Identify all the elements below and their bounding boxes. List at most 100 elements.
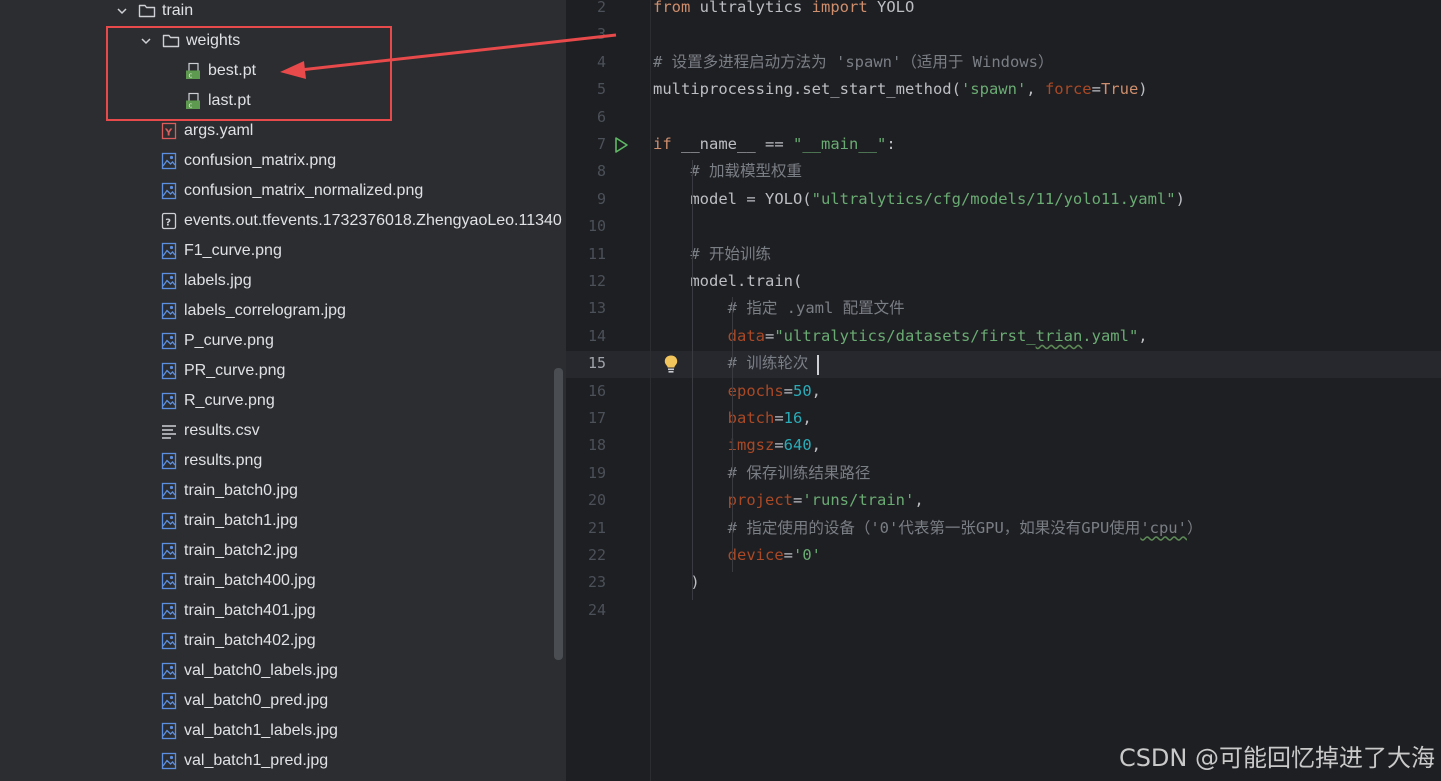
chevron-down-icon[interactable]: [114, 0, 130, 26]
code-line[interactable]: # 指定 .yaml 配置文件: [653, 295, 905, 322]
code-token: =: [1091, 80, 1101, 99]
code-token: batch: [727, 409, 775, 427]
tree-item-label: train_batch402.jpg: [184, 632, 316, 649]
code-token: "ultralytics/cfg/models/11/yolo11.yaml": [811, 189, 1176, 208]
line-number: 20: [587, 491, 606, 510]
code-token: 'cpu': [1140, 518, 1187, 537]
run-icon[interactable]: [612, 136, 630, 158]
code-token: ,: [802, 409, 812, 427]
tree-item[interactable]: R_curve.png: [0, 386, 566, 416]
code-line[interactable]: # 开始训练: [653, 241, 771, 268]
image-file-icon: [160, 536, 178, 566]
line-number: 14: [587, 326, 606, 345]
image-file-icon: [160, 236, 178, 266]
code-line[interactable]: model.train(: [653, 268, 802, 295]
tree-item[interactable]: c best.pt: [0, 56, 566, 86]
tree-scrollbar[interactable]: [554, 368, 563, 660]
text-file-icon: [160, 416, 178, 446]
tree-item[interactable]: results.csv: [0, 416, 566, 446]
tree-item[interactable]: val_batch1_labels.jpg: [0, 716, 566, 746]
tree-item[interactable]: val_batch0_pred.jpg: [0, 686, 566, 716]
folder-icon: [138, 0, 156, 26]
line-number: 22: [587, 546, 606, 564]
code-line[interactable]: device='0': [653, 542, 821, 569]
image-file-icon: [160, 686, 178, 716]
text-caret: [817, 355, 819, 375]
tree-item[interactable]: labels.jpg: [0, 266, 566, 296]
code-token: "__main__": [793, 135, 887, 153]
chevron-down-icon[interactable]: [138, 26, 154, 56]
tree-item-label: val_batch0_pred.jpg: [184, 692, 329, 709]
code-token: from: [653, 0, 691, 16]
tree-item[interactable]: train_batch402.jpg: [0, 626, 566, 656]
image-file-icon: [160, 296, 178, 326]
line-number: 2: [596, 0, 606, 16]
code-line[interactable]: # 保存训练结果路径: [653, 460, 871, 487]
tree-item-label: val_batch0_labels.jpg: [184, 662, 338, 679]
tree-item-label: train_batch401.jpg: [184, 602, 316, 619]
code-line[interactable]: imgsz=640,: [653, 432, 821, 459]
tree-item[interactable]: confusion_matrix.png: [0, 146, 566, 176]
lightbulb-icon[interactable]: [662, 354, 680, 378]
code-token: 640: [783, 436, 812, 455]
tree-item-label: events.out.tfevents.1732376018.ZhengyaoL…: [184, 212, 562, 229]
tree-item[interactable]: F1_curve.png: [0, 236, 566, 266]
tree-item[interactable]: train: [0, 0, 566, 26]
svg-text:Y: Y: [164, 128, 173, 139]
folder-icon: [162, 26, 180, 56]
tree-item[interactable]: PR_curve.png: [0, 356, 566, 386]
tree-item-label: P_curve.png: [184, 332, 274, 349]
tree-item[interactable]: weights: [0, 26, 566, 56]
tree-item[interactable]: Yargs.yaml: [0, 116, 566, 146]
code-line[interactable]: epochs=50,: [653, 378, 821, 405]
tree-item[interactable]: c last.pt: [0, 86, 566, 116]
gutter-divider: [650, 0, 651, 781]
code-line[interactable]: from ultralytics import YOLO: [653, 0, 914, 21]
code-line[interactable]: model = YOLO("ultralytics/cfg/models/11/…: [653, 186, 1185, 213]
code-token: =: [764, 326, 775, 345]
tree-item-label: results.csv: [184, 422, 260, 439]
code-line[interactable]: project='runs/train',: [653, 487, 924, 514]
code-line[interactable]: # 加载模型权重: [653, 158, 802, 185]
code-token: multiprocessing.set_start_method(: [653, 80, 961, 99]
tree-item[interactable]: train_batch2.jpg: [0, 536, 566, 566]
tree-item[interactable]: results.png: [0, 446, 566, 476]
code-line[interactable]: if __name__ == "__main__":: [653, 131, 896, 158]
code-token: # 指定使用的设备（'0'代表第一张GPU，如果没有GPU使用: [653, 518, 1141, 537]
code-token: model.train(: [653, 272, 803, 290]
tree-item-label: train_batch400.jpg: [184, 572, 316, 589]
image-file-icon: [160, 626, 178, 656]
tree-item[interactable]: P_curve.png: [0, 326, 566, 356]
tree-item[interactable]: ? events.out.tfevents.1732376018.Zhengyao…: [0, 206, 566, 236]
code-line[interactable]: multiprocessing.set_start_method('spawn'…: [653, 76, 1148, 103]
line-number: 17: [587, 409, 606, 427]
code-token: force: [1044, 80, 1092, 99]
code-token: # 指定 .yaml 配置文件: [653, 299, 905, 318]
code-token: ): [1175, 189, 1185, 208]
tree-item[interactable]: train_batch1.jpg: [0, 506, 566, 536]
tree-item[interactable]: train_batch400.jpg: [0, 566, 566, 596]
code-line[interactable]: # 指定使用的设备（'0'代表第一张GPU，如果没有GPU使用'cpu'）: [653, 515, 1203, 542]
code-token: YOLO: [867, 0, 915, 16]
code-token: ,: [811, 381, 822, 400]
tree-item[interactable]: train_batch0.jpg: [0, 476, 566, 506]
image-file-icon: [160, 266, 178, 296]
tree-item[interactable]: labels_correlogram.jpg: [0, 296, 566, 326]
code-token: epochs: [727, 381, 784, 400]
code-token: data: [727, 326, 765, 345]
tree-item[interactable]: val_batch0_labels.jpg: [0, 656, 566, 686]
tree-item[interactable]: train_batch401.jpg: [0, 596, 566, 626]
image-file-icon: [160, 596, 178, 626]
code-line[interactable]: data="ultralytics/datasets/first_trian.y…: [653, 323, 1148, 350]
tree-item[interactable]: confusion_matrix_normalized.png: [0, 176, 566, 206]
line-number: 11: [587, 244, 606, 263]
line-number: 8: [596, 162, 606, 181]
pytorch-file-icon: c: [184, 86, 202, 116]
code-token: trian: [1035, 326, 1083, 345]
code-line[interactable]: # 设置多进程启动方法为 'spawn'（适用于 Windows）: [653, 49, 1053, 76]
code-token: # 加载模型权重: [653, 162, 802, 181]
tree-item[interactable]: val_batch1_pred.jpg: [0, 746, 566, 776]
line-number: 23: [587, 573, 606, 592]
code-token: if: [653, 135, 672, 153]
